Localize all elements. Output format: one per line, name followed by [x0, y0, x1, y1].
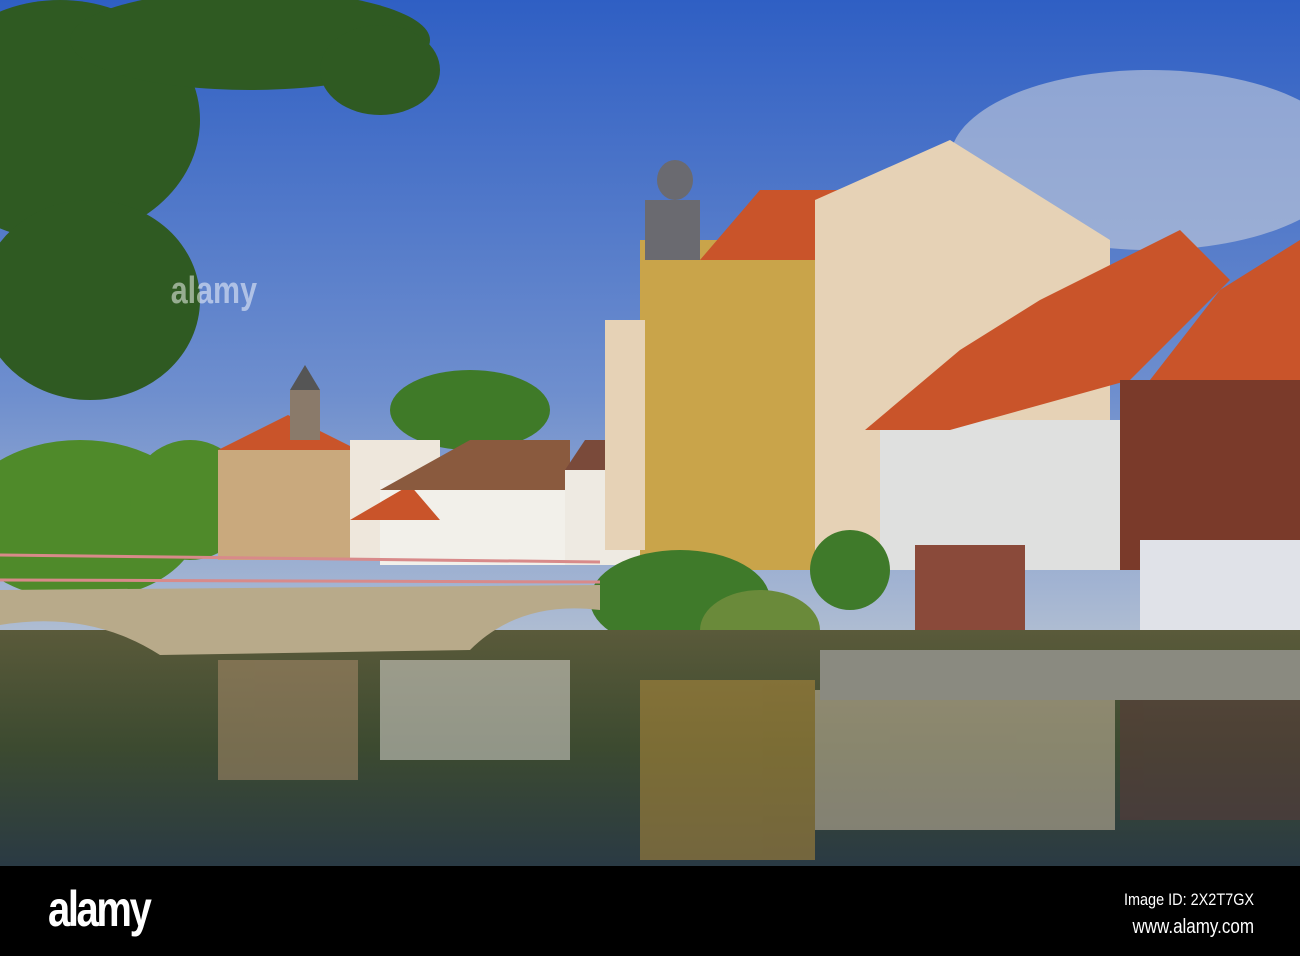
stock-photo: alamy alamy Image ID: 2X2T7GX www.alamy.…: [0, 0, 1300, 956]
river-town-photo: [0, 0, 1300, 866]
alamy-logo: alamy: [48, 881, 152, 937]
site-url: www.alamy.com: [1132, 916, 1254, 938]
watermark-bar: alamy Image ID: 2X2T7GX www.alamy.com: [0, 866, 1300, 956]
image-id: Image ID: 2X2T7GX: [1123, 890, 1254, 909]
quay-wall: [820, 650, 1300, 700]
watermark-overlay: alamy: [170, 270, 257, 312]
